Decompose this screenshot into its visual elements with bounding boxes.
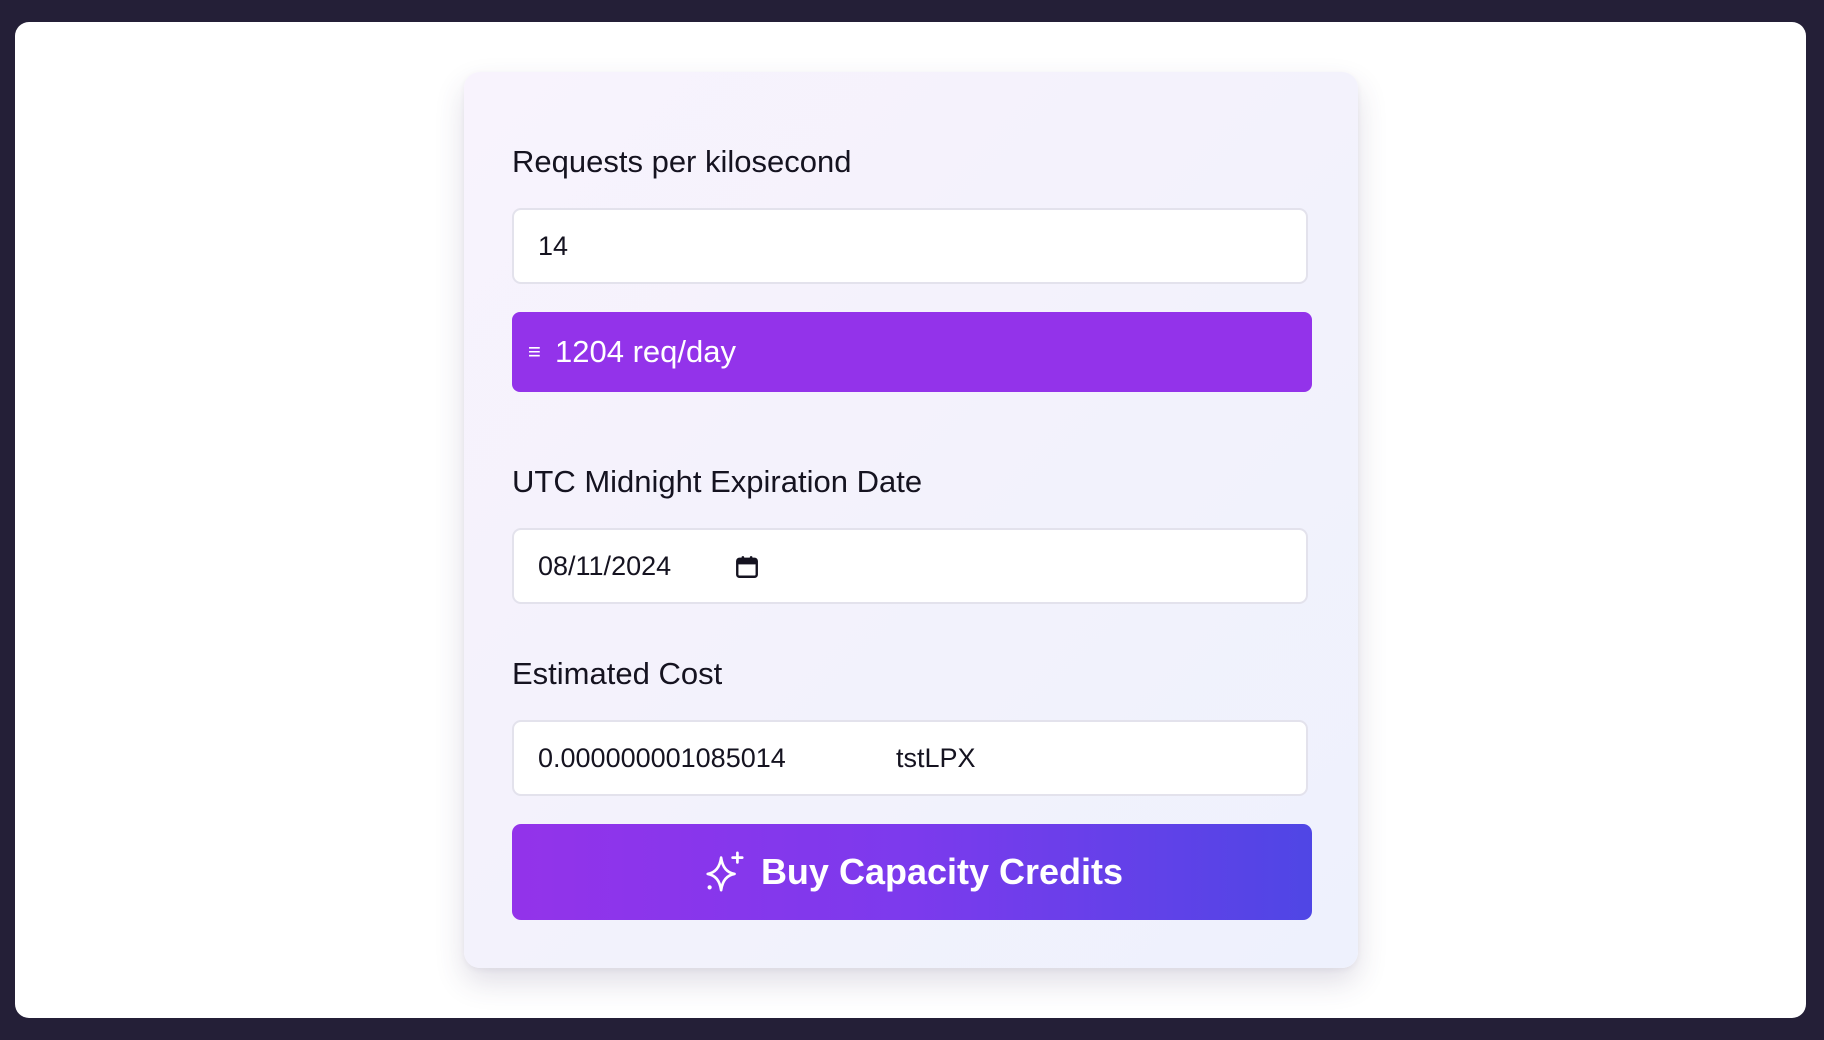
estimated-cost-value: 0.000000001085014 (538, 743, 786, 773)
requests-per-kilosecond-value: 14 (538, 231, 569, 261)
calendar-icon[interactable] (734, 554, 760, 580)
capacity-credits-form: Requests per kilosecond 14 ≡ 1204 req/da… (464, 72, 1358, 968)
expiration-date-label: UTC Midnight Expiration Date (512, 464, 923, 499)
expiration-date-input[interactable]: 08/11/2024 (512, 528, 1308, 604)
requests-per-kilosecond-label: Requests per kilosecond (512, 144, 852, 179)
requests-per-day-badge: ≡ 1204 req/day (512, 312, 1312, 392)
buy-capacity-credits-button[interactable]: Buy Capacity Credits (512, 824, 1312, 920)
expiration-date-value: 08/11/2024 (538, 551, 672, 581)
estimated-cost-label: Estimated Cost (512, 656, 723, 691)
estimated-cost-field: 0.000000001085014 tstLPX (512, 720, 1308, 796)
cost-currency-label: tstLPX (896, 743, 976, 773)
sparkles-icon (706, 851, 744, 892)
requests-per-day-text: 1204 req/day (555, 334, 736, 369)
app-window: Requests per kilosecond 14 ≡ 1204 req/da… (15, 22, 1806, 1018)
equivalent-symbol: ≡ (528, 339, 541, 364)
requests-per-kilosecond-input[interactable]: 14 (512, 208, 1308, 284)
buy-button-label: Buy Capacity Credits (760, 851, 1124, 892)
